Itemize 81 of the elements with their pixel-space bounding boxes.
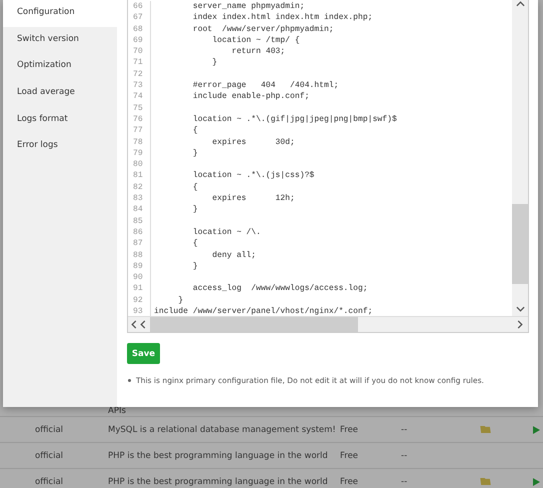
code-line: { xyxy=(192,182,198,194)
scroll-up-icon[interactable] xyxy=(516,1,524,7)
table-cell-text: PHP is the best programming language in the world xyxy=(108,450,329,460)
vertical-scrollbar[interactable] xyxy=(512,0,528,316)
table-cell-text: Free xyxy=(340,476,360,486)
code-line: return 403; xyxy=(230,46,286,58)
code-line: access_log /www/wwwlogs/access.log; xyxy=(192,283,368,295)
code-line: { xyxy=(192,238,198,250)
table-cell-text: Free xyxy=(340,450,360,460)
scroll-down-icon[interactable] xyxy=(516,306,524,312)
line-number: 69 xyxy=(128,34,151,46)
line-number: 75 xyxy=(128,102,151,114)
code-line: include enable-php.conf; xyxy=(192,91,310,103)
scrollbar-thumb[interactable] xyxy=(150,317,358,332)
line-number: 81 xyxy=(128,170,151,182)
sidebar-tab[interactable]: Load average xyxy=(3,80,117,107)
table-cell-text: -- xyxy=(401,476,408,486)
line-number: 87 xyxy=(128,238,151,250)
folder-icon[interactable] xyxy=(480,478,491,485)
code-line: expires 12h; xyxy=(211,193,295,204)
code-line: location ~ /\. xyxy=(192,226,261,238)
line-number: 77 xyxy=(128,125,151,137)
table-cell-text: Free xyxy=(340,424,360,434)
table-cell-text: -- xyxy=(401,450,408,460)
line-number: 79 xyxy=(128,148,151,160)
folder-icon[interactable] xyxy=(480,426,491,433)
line-number: 82 xyxy=(128,182,151,194)
table-cell-text: official xyxy=(34,450,64,460)
code-line: location ~ /tmp/ { xyxy=(211,34,300,46)
scrollbar-thumb[interactable] xyxy=(512,204,528,284)
line-number: 68 xyxy=(128,24,151,35)
scroll-right-icon[interactable] xyxy=(517,320,523,329)
table-cell-text: official xyxy=(34,424,64,434)
line-number: 90 xyxy=(128,272,151,284)
line-number: 92 xyxy=(128,294,151,306)
line-number: 74 xyxy=(128,91,151,103)
line-number: 70 xyxy=(128,46,151,58)
line-number: 71 xyxy=(128,57,151,69)
code-line: } xyxy=(192,148,198,160)
line-number: 86 xyxy=(128,226,151,238)
sidebar-tab[interactable]: Configuration xyxy=(3,0,117,27)
code-line: location ~ .*\.(gif|jpg|jpeg|png|bmp|swf)$ xyxy=(192,114,397,126)
line-number: 66 xyxy=(128,1,151,12)
line-number: 76 xyxy=(128,114,151,126)
code-line: include /www/server/panel/vhost/nginx/*.conf; xyxy=(154,306,373,316)
line-number: 85 xyxy=(128,216,151,227)
code-line: } xyxy=(177,294,184,306)
code-line: } xyxy=(192,260,198,272)
code-line: expires 30d; xyxy=(211,136,295,148)
code-line: } xyxy=(211,57,218,69)
code-line: { xyxy=(192,125,198,137)
table-cell-text: official xyxy=(34,476,64,486)
code-line: #error_page 404 /404.html; xyxy=(192,80,339,92)
horizontal-scrollbar[interactable] xyxy=(128,316,528,332)
code-line: server_name phpmyadmin; xyxy=(192,1,305,12)
code-line: root /www/server/phpmyadmin; xyxy=(192,24,334,35)
line-number: 83 xyxy=(128,193,151,204)
line-number: 91 xyxy=(128,283,151,295)
sidebar-tab[interactable]: Logs format xyxy=(3,106,117,134)
sidebar-tab[interactable]: Error logs xyxy=(3,133,117,160)
code-line: deny all; xyxy=(211,250,256,261)
table-cell-text: MySQL is a relational database management system! xyxy=(108,424,337,434)
play-icon[interactable] xyxy=(533,478,540,486)
code-line: index index.html index.htm index.php; xyxy=(192,12,373,24)
code-line: } xyxy=(192,204,198,216)
line-number: 73 xyxy=(128,80,151,92)
sidebar-tab[interactable]: Optimization xyxy=(3,53,117,80)
play-icon[interactable] xyxy=(533,426,540,434)
line-number: 72 xyxy=(128,68,151,80)
bullet-icon xyxy=(128,379,131,382)
sidebar-tab[interactable]: Switch version xyxy=(3,26,117,54)
line-number: 89 xyxy=(128,260,151,272)
table-cell-text: -- xyxy=(401,424,408,434)
line-number: 67 xyxy=(128,12,151,24)
line-number: 84 xyxy=(128,204,151,216)
code-line: location ~ .*\.(js|css)?$ xyxy=(192,170,314,182)
line-number: 78 xyxy=(128,136,151,148)
line-number: 88 xyxy=(128,250,151,261)
line-number: 80 xyxy=(128,159,151,170)
table-cell-text: APIs xyxy=(108,406,127,416)
table-cell-text: PHP is the best programming language in the world xyxy=(108,476,329,486)
